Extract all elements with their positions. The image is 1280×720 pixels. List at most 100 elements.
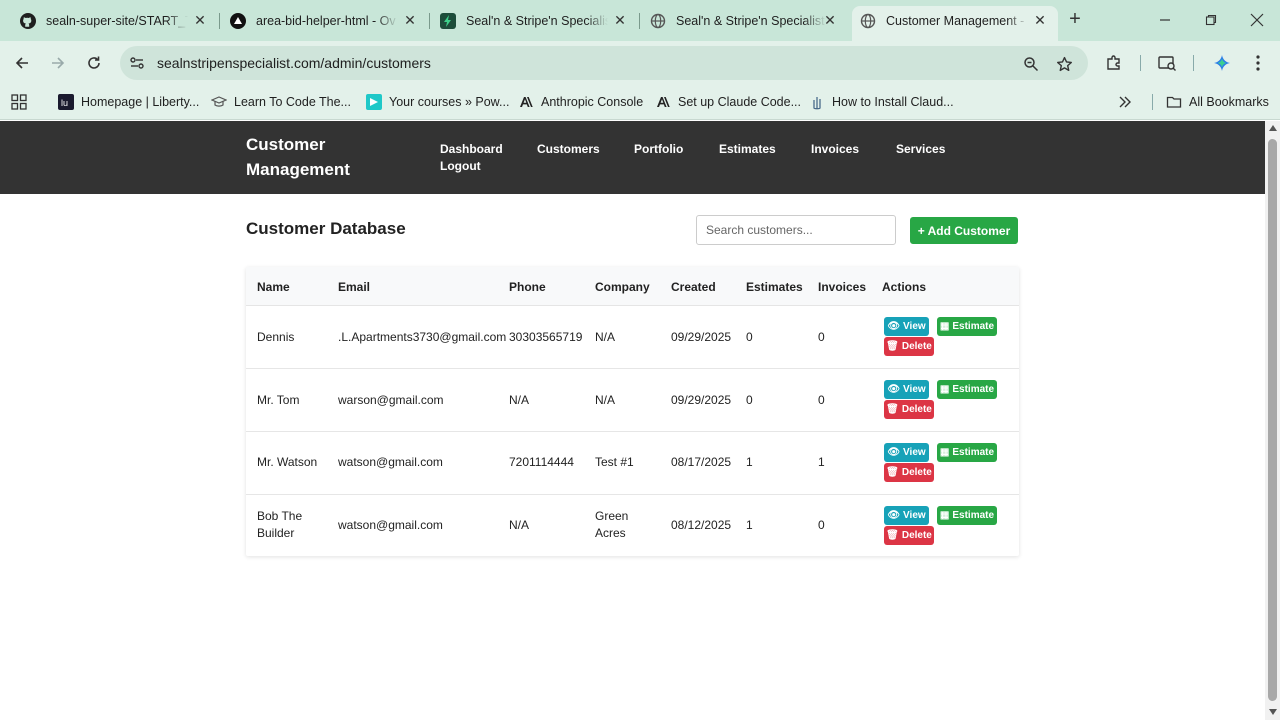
minimize-icon[interactable]: [1153, 8, 1177, 32]
cell-email: .L.Apartments3730@gmail.com: [338, 330, 507, 344]
course-icon: [366, 94, 382, 110]
reload-icon[interactable]: [82, 51, 106, 75]
tab-site[interactable]: Seal'n & Stripe'n Specialist ✕: [440, 8, 630, 33]
delete-button[interactable]: 🗑 Delete: [884, 400, 934, 419]
apps-icon[interactable]: [11, 92, 27, 112]
forward-icon[interactable]: [46, 51, 70, 75]
bookmark-item[interactable]: Learn To Code The...: [211, 92, 351, 112]
bookmark-item[interactable]: Your courses » Pow...: [366, 92, 509, 112]
cell-created: 09/29/2025: [671, 330, 732, 344]
close-icon[interactable]: ✕: [610, 10, 630, 30]
trash-icon: 🗑: [886, 341, 899, 352]
cell-estimates: 0: [746, 330, 753, 344]
view-label: View: [903, 384, 926, 395]
estimate-button[interactable]: ▦ Estimate: [937, 317, 997, 336]
cell-name: Dennis: [257, 330, 295, 344]
column-header: Email: [338, 280, 371, 294]
estimate-label: Estimate: [952, 384, 995, 395]
cell-email: warson@gmail.com: [338, 393, 444, 407]
back-icon[interactable]: [10, 51, 34, 75]
add-customer-button[interactable]: + Add Customer: [910, 217, 1018, 244]
cell-phone: N/A: [509, 393, 530, 407]
close-icon[interactable]: ✕: [190, 10, 210, 30]
customers-table: Name Email Phone Company Created Estimat…: [246, 267, 1019, 556]
bookmark-label: Your courses » Pow...: [389, 95, 510, 109]
bookmark-label: Set up Claude Code...: [678, 95, 801, 109]
more-bookmarks-icon[interactable]: [1118, 92, 1132, 112]
cell-company: Test #1: [595, 455, 634, 469]
page-viewport: Customer Management Dashboard Customers …: [0, 121, 1265, 720]
bookmark-item[interactable]: Anthropic Console: [518, 92, 643, 112]
nav-logout[interactable]: Logout: [440, 159, 481, 173]
extensions-icon[interactable]: [1102, 51, 1126, 75]
all-bookmarks[interactable]: All Bookmarks: [1166, 92, 1269, 112]
table-row: Dennis .L.Apartments3730@gmail.com 30303…: [246, 306, 1019, 369]
bookmark-item[interactable]: How to Install Claud...: [809, 92, 954, 112]
site-info-icon[interactable]: [128, 54, 146, 72]
tab-separator: [219, 13, 220, 29]
zoom-icon[interactable]: [1021, 54, 1041, 74]
trash-icon: 🗑: [886, 530, 899, 541]
delete-label: Delete: [901, 341, 932, 352]
hand-icon: [809, 94, 825, 110]
estimate-button[interactable]: ▦ Estimate: [937, 380, 997, 399]
delete-label: Delete: [901, 530, 932, 541]
cell-created: 08/17/2025: [671, 455, 732, 469]
search-input[interactable]: [696, 215, 896, 245]
cell-email: watson@gmail.com: [338, 455, 443, 469]
gemini-icon[interactable]: [1210, 51, 1234, 75]
vercel-icon: [230, 12, 246, 29]
window-close-icon[interactable]: [1245, 8, 1269, 32]
site-header: Customer Management Dashboard Customers …: [0, 121, 1265, 194]
tab-site-2[interactable]: Seal'n & Stripe'n Specialist ✕: [650, 8, 840, 33]
view-button[interactable]: 👁 View: [884, 317, 929, 336]
delete-button[interactable]: 🗑 Delete: [884, 463, 934, 482]
nav-portfolio[interactable]: Portfolio: [634, 142, 683, 156]
delete-button[interactable]: 🗑 Delete: [884, 337, 934, 356]
estimate-button[interactable]: ▦ Estimate: [937, 443, 997, 462]
nav-customers[interactable]: Customers: [537, 142, 600, 156]
scroll-down-icon[interactable]: [1268, 709, 1277, 715]
star-icon[interactable]: [1054, 54, 1074, 74]
bookmarks-bar: lu Homepage | Liberty... Learn To Code T…: [0, 85, 1280, 120]
nav-dashboard[interactable]: Dashboard: [440, 142, 503, 156]
close-icon[interactable]: ✕: [400, 10, 420, 30]
table-header: Name Email Phone Company Created Estimat…: [246, 267, 1019, 306]
tab-customer-management[interactable]: Customer Management - ✕: [860, 8, 1050, 33]
tab-search-icon[interactable]: [1155, 51, 1179, 75]
view-button[interactable]: 👁 View: [884, 380, 929, 399]
estimate-label: Estimate: [952, 447, 995, 458]
bookmark-item[interactable]: Set up Claude Code...: [655, 92, 801, 112]
view-button[interactable]: 👁 View: [884, 443, 929, 462]
address-bar[interactable]: sealnstripenspecialist.com/admin/custome…: [120, 46, 1088, 80]
delete-label: Delete: [901, 404, 932, 415]
nav-invoices[interactable]: Invoices: [811, 142, 859, 156]
nav-services[interactable]: Services: [896, 142, 945, 156]
column-header: Invoices: [818, 280, 867, 294]
new-tab-icon[interactable]: +: [1065, 9, 1085, 30]
cell-invoices: 0: [818, 518, 825, 532]
cell-estimates: 0: [746, 393, 753, 407]
tab-github[interactable]: sealn-super-site/START_TO ✕: [20, 8, 210, 33]
restore-icon[interactable]: [1199, 8, 1223, 32]
menu-kebab-icon[interactable]: [1246, 51, 1270, 75]
estimate-button[interactable]: ▦ Estimate: [937, 506, 997, 525]
table-row: Mr. Watson watson@gmail.com 7201114444 T…: [246, 432, 1019, 495]
nav-estimates[interactable]: Estimates: [719, 142, 776, 156]
view-label: View: [903, 321, 926, 332]
tab-title: Seal'n & Stripe'n Specialist: [676, 13, 825, 28]
delete-button[interactable]: 🗑 Delete: [884, 526, 934, 545]
cell-phone: N/A: [509, 518, 530, 532]
anthropic-icon: [655, 94, 671, 110]
column-header: Name: [257, 280, 290, 294]
page-scrollbar[interactable]: [1265, 121, 1280, 720]
bookmark-item[interactable]: lu Homepage | Liberty...: [58, 92, 199, 112]
scroll-up-icon[interactable]: [1268, 125, 1277, 131]
close-icon[interactable]: ✕: [1030, 10, 1050, 30]
tab-vercel[interactable]: area-bid-helper-html - Ov ✕: [230, 8, 420, 33]
cell-name: Bob The Builder: [257, 509, 303, 540]
scrollbar-thumb[interactable]: [1268, 139, 1277, 701]
view-button[interactable]: 👁 View: [884, 506, 929, 525]
close-icon[interactable]: ✕: [820, 10, 840, 30]
anthropic-icon: [518, 94, 534, 110]
